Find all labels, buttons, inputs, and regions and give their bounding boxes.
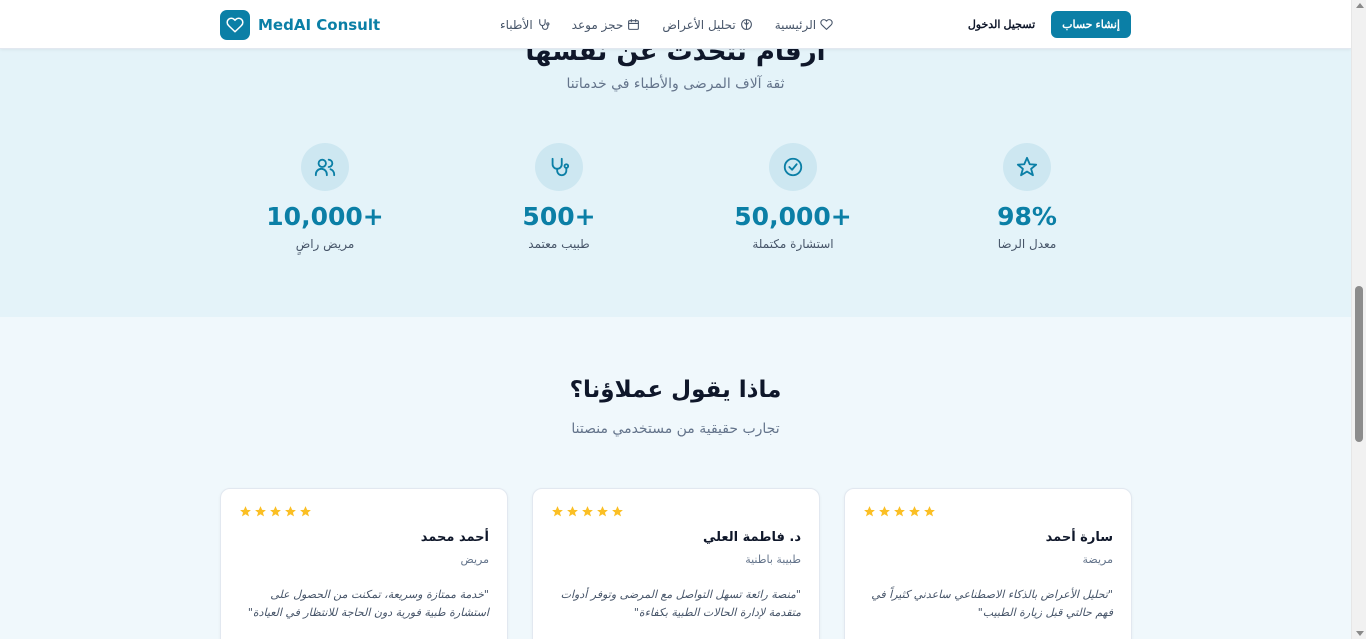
page-scrollbar[interactable] [1351, 0, 1366, 639]
stats-section: أرقام تتحدث عن نفسها ثقة آلاف المرضى وال… [0, 37, 1351, 317]
star-icon [894, 506, 905, 517]
rating-stars [239, 505, 489, 518]
stat-doctors: 500+ طبيب معتمد [459, 143, 659, 251]
stat-satisfaction: 98% معدل الرضا [927, 143, 1127, 251]
logo-text: MedAI Consult [258, 15, 381, 34]
star-icon [582, 506, 593, 517]
star-icon [924, 506, 935, 517]
scroll-thumb[interactable] [1355, 286, 1363, 442]
top-navbar: MedAI Consult الرئيسية تحليل الأعراض حجز… [0, 0, 1351, 49]
testimonial-name: د. فاطمة العلي [702, 530, 801, 545]
stat-label: معدل الرضا [997, 237, 1057, 251]
testimonial-name: سارة أحمد [1045, 530, 1113, 545]
star-icon [552, 506, 563, 517]
nav-link-label: الرئيسية [774, 17, 817, 32]
signup-button[interactable]: إنشاء حساب [1051, 11, 1131, 38]
nav-link-doctors[interactable]: الأطباء [500, 18, 550, 32]
star-icon [255, 506, 266, 517]
nav-link-home[interactable]: الرئيسية [775, 18, 833, 32]
testimonial-name: أحمد محمد [420, 530, 489, 545]
testimonial-card: د. فاطمة العلي طبيبة باطنية "منصة رائعة … [532, 488, 820, 639]
star-icon [300, 506, 311, 517]
testimonials-subtitle: تجارب حقيقية من مستخدمي منصتنا [571, 421, 780, 437]
logo-heart-icon [220, 9, 250, 40]
stat-value: 98% [997, 202, 1057, 231]
rating-stars [551, 505, 801, 518]
star-icon [612, 506, 623, 517]
scroll-up-arrow-icon[interactable] [1356, 3, 1364, 8]
stats-subtitle: ثقة آلاف المرضى والأطباء في خدماتنا [566, 76, 785, 92]
stat-consultations: 50,000+ استشارة مكتملة [693, 143, 893, 251]
testimonial-card: أحمد محمد مريض "خدمة ممتازة وسريعة، تمكن… [220, 488, 508, 639]
stat-label: استشارة مكتملة [752, 237, 834, 251]
star-icon [240, 506, 251, 517]
stat-value: 10,000+ [266, 202, 384, 231]
nav-link-label: تحليل الأعراض [662, 17, 736, 32]
stethoscope-icon [535, 143, 583, 191]
nav-link-label: الأطباء [500, 17, 533, 32]
star-icon [285, 506, 296, 517]
stat-value: 500+ [522, 202, 596, 231]
star-icon [909, 506, 920, 517]
nav-link-appointment[interactable]: حجز موعد [572, 18, 641, 32]
testimonial-role: مريضة [1082, 553, 1113, 566]
star-icon [597, 506, 608, 517]
users-icon [301, 143, 349, 191]
login-button[interactable]: تسجيل الدخول [968, 18, 1035, 31]
star-icon [270, 506, 281, 517]
calendar-icon [628, 19, 640, 30]
heart-icon [820, 19, 833, 30]
testimonial-role: مريض [460, 553, 490, 566]
testimonial-quote: "منصة رائعة تسهل التواصل مع المرضى وتوفر… [560, 588, 801, 619]
scroll-down-arrow-icon[interactable] [1356, 631, 1364, 636]
testimonials-section: ماذا يقول عملاؤنا؟ تجارب حقيقية من مستخد… [0, 317, 1351, 639]
stethoscope-icon [538, 19, 550, 30]
testimonials-title: ماذا يقول عملاؤنا؟ [569, 377, 782, 403]
star-icon [1003, 143, 1051, 191]
testimonial-role: طبيبة باطنية [745, 553, 801, 566]
nav-links: الرئيسية تحليل الأعراض حجز موعد الأطباء [500, 18, 833, 32]
brain-icon [740, 19, 752, 30]
stat-value: 50,000+ [734, 202, 852, 231]
stat-label: مريض راضٍ [295, 237, 355, 251]
stat-patients: 10,000+ مريض راضٍ [225, 143, 425, 251]
rating-stars [863, 505, 1113, 518]
logo[interactable]: MedAI Consult [220, 9, 381, 40]
star-icon [864, 506, 875, 517]
check-circle-icon [769, 143, 817, 191]
auth-buttons: تسجيل الدخول إنشاء حساب [968, 11, 1131, 38]
star-icon [879, 506, 890, 517]
testimonial-card: سارة أحمد مريضة "تحليل الأعراض بالذكاء ا… [844, 488, 1132, 639]
star-icon [567, 506, 578, 517]
nav-link-label: حجز موعد [571, 17, 624, 32]
stat-label: طبيب معتمد [528, 237, 590, 251]
testimonial-quote: "خدمة ممتازة وسريعة، تمكنت من الحصول على… [247, 588, 489, 619]
nav-link-symptoms[interactable]: تحليل الأعراض [662, 18, 752, 32]
testimonial-quote: "تحليل الأعراض بالذكاء الاصطناعي ساعدني … [871, 588, 1113, 619]
